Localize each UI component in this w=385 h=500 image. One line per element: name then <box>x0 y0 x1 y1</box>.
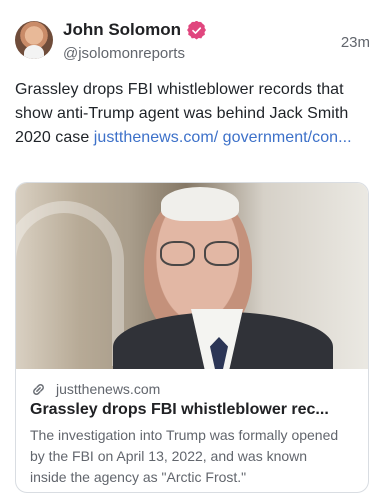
post-text: Grassley drops FBI whistleblower records… <box>15 78 367 150</box>
image-glasses-right <box>204 241 239 266</box>
verified-badge-icon <box>187 20 207 40</box>
author-name-row: John Solomon <box>63 20 207 40</box>
link-domain[interactable]: justthenews.com <box>56 380 160 398</box>
post-header: John Solomon @jsolomonreports 23m <box>15 18 370 64</box>
image-background-arch <box>16 201 124 366</box>
avatar[interactable] <box>15 21 53 59</box>
domain-row: justthenews.com <box>30 380 356 398</box>
post-link[interactable]: justthenews.com/ government/con... <box>94 129 352 146</box>
link-description: The investigation into Trump was formall… <box>30 427 339 485</box>
image-person-hair <box>161 187 239 221</box>
link-icon <box>30 381 47 398</box>
author-handle[interactable]: @jsolomonreports <box>63 45 185 63</box>
post-timestamp[interactable]: 23m <box>341 34 370 52</box>
article-image[interactable] <box>16 183 368 369</box>
author-display-name[interactable]: John Solomon <box>63 20 181 40</box>
link-preview-card[interactable]: justthenews.com Grassley drops FBI whist… <box>15 182 369 493</box>
social-post: John Solomon @jsolomonreports 23m Grassl… <box>0 0 385 500</box>
link-title[interactable]: Grassley drops FBI whistleblower rec... <box>30 400 330 420</box>
image-glasses-left <box>160 241 195 266</box>
link-card-meta: justthenews.com Grassley drops FBI whist… <box>30 380 356 488</box>
